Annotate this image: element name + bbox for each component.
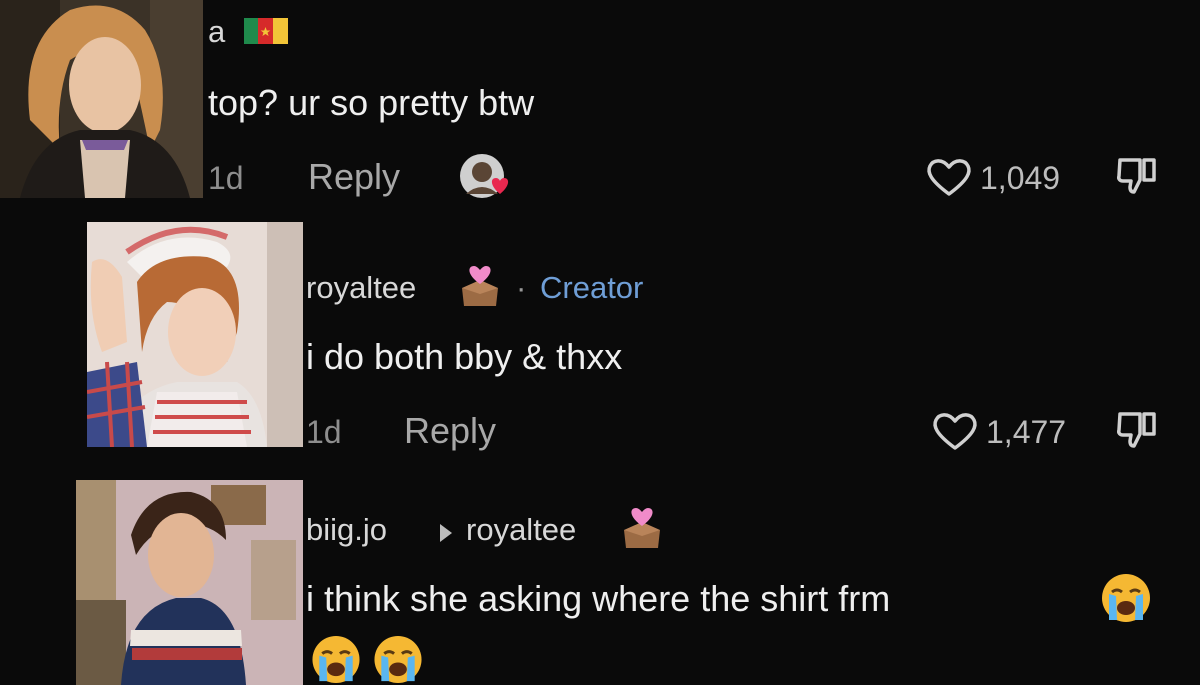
like-count: 1,477 [986, 414, 1067, 450]
crying-face-emoji-icon [310, 634, 362, 685]
comment-text: i think she asking where the shirt frm [306, 578, 891, 619]
creator-badge: Creator [540, 270, 644, 305]
comment-text: top? ur so pretty btw [208, 82, 535, 123]
cameroon-flag-icon [244, 16, 288, 46]
comment-thread: a top? ur so pretty btw 1d Reply 1,049 r… [0, 0, 1200, 685]
username[interactable]: biig.jo [306, 512, 387, 548]
reply-arrow-icon [438, 522, 454, 544]
reply-button[interactable]: Reply [404, 410, 496, 452]
crying-face-emoji-icon [372, 634, 424, 685]
separator-dot: · [516, 270, 527, 305]
creator-liked-avatar-icon [456, 150, 518, 202]
heart-box-emoji-icon [456, 262, 504, 308]
heart-box-emoji-icon [618, 504, 666, 550]
username[interactable]: royaltee [306, 270, 416, 306]
like-count: 1,049 [980, 160, 1061, 196]
thumbs-down-icon[interactable] [1114, 154, 1162, 200]
username[interactable]: a [208, 14, 225, 50]
avatar-biig-jo[interactable] [76, 480, 303, 685]
crying-face-emoji-icon [1100, 572, 1152, 624]
reply-to-username[interactable]: royaltee [466, 512, 576, 548]
thumbs-down-icon[interactable] [1114, 408, 1162, 454]
reply-button[interactable]: Reply [308, 156, 400, 198]
comment-text: i do both bby & thxx [306, 336, 623, 377]
avatar-commenter-a[interactable] [0, 0, 203, 198]
heart-outline-icon[interactable] [924, 156, 974, 198]
heart-outline-icon[interactable] [930, 410, 980, 452]
comment-age: 1d [208, 160, 244, 196]
comment-age: 1d [306, 414, 342, 450]
avatar-royaltee[interactable] [87, 222, 303, 447]
